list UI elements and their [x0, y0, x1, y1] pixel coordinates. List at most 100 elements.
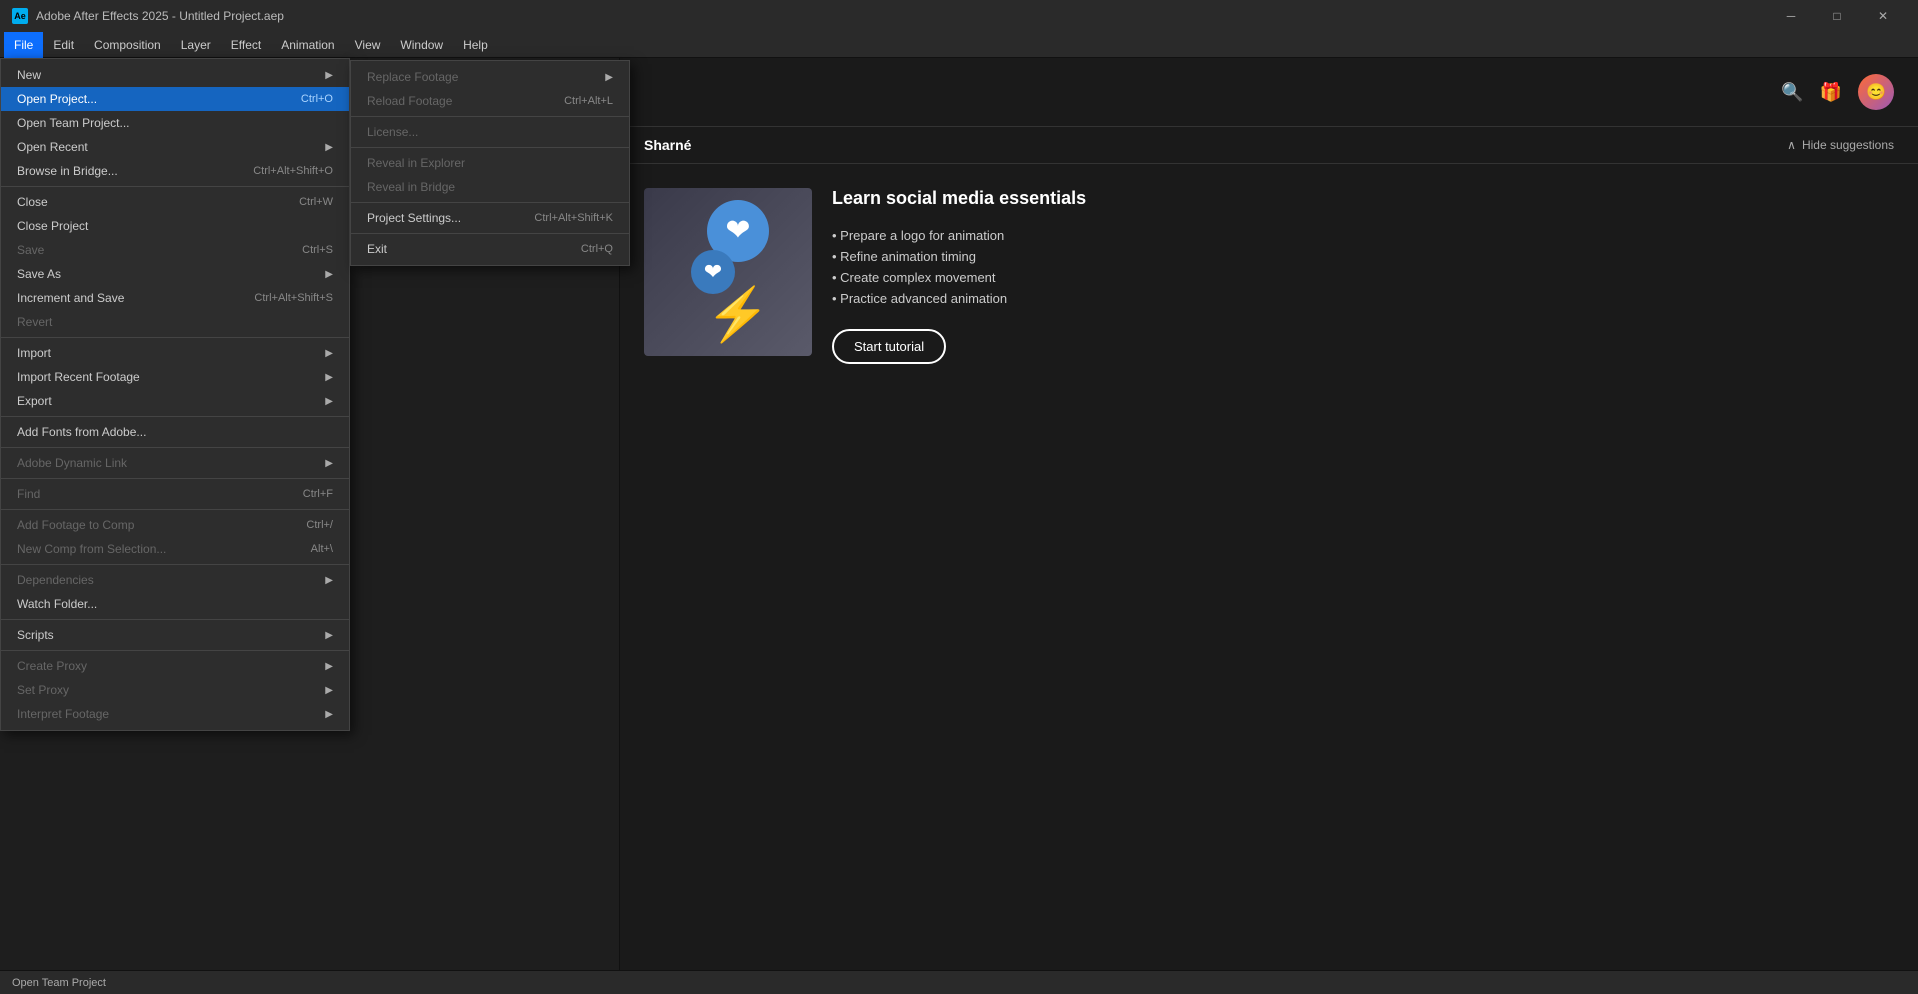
menu-close-project[interactable]: Close Project: [1, 214, 349, 238]
submenu-exit-shortcut: Ctrl+Q: [581, 243, 613, 255]
menu-create-proxy-label: Create Proxy: [17, 659, 87, 673]
submenu-exit-label: Exit: [367, 242, 387, 256]
menu-interpret-footage-label: Interpret Footage: [17, 707, 109, 721]
user-name: Sharné: [644, 137, 691, 153]
menu-import-recent-footage[interactable]: Import Recent Footage ▶: [1, 365, 349, 389]
menu-watch-folder-label: Watch Folder...: [17, 597, 97, 611]
divider-9: [1, 650, 349, 651]
menu-item-file[interactable]: File: [4, 32, 43, 58]
menu-increment-save-shortcut: Ctrl+Alt+Shift+S: [254, 292, 333, 304]
search-icon[interactable]: 🔍: [1781, 82, 1803, 103]
menu-save-shortcut: Ctrl+S: [302, 244, 333, 256]
menu-export[interactable]: Export ▶: [1, 389, 349, 413]
minimize-button[interactable]: ─: [1768, 0, 1814, 32]
menu-item-animation[interactable]: Animation: [271, 32, 344, 58]
menu-add-footage-to-comp-label: Add Footage to Comp: [17, 518, 134, 532]
menu-scripts[interactable]: Scripts ▶: [1, 623, 349, 647]
menu-find-label: Find: [17, 487, 40, 501]
menu-import[interactable]: Import ▶: [1, 341, 349, 365]
menu-new[interactable]: New ▶: [1, 63, 349, 87]
menu-watch-folder[interactable]: Watch Folder...: [1, 592, 349, 616]
menu-import-arrow: ▶: [325, 348, 333, 359]
menu-new-comp-from-selection-label: New Comp from Selection...: [17, 542, 166, 556]
menu-browse-bridge[interactable]: Browse in Bridge... Ctrl+Alt+Shift+O: [1, 159, 349, 183]
welcome-area: 🔍 🎁 😊 Sharné ∧ Hide suggestions ❤ ❤: [620, 58, 1918, 994]
menu-revert: Revert: [1, 310, 349, 334]
submenu-reload-footage: Reload Footage Ctrl+Alt+L: [351, 89, 629, 113]
divider-7: [1, 564, 349, 565]
app-title: Adobe After Effects 2025 - Untitled Proj…: [36, 9, 1760, 23]
menu-close[interactable]: Close Ctrl+W: [1, 190, 349, 214]
menu-item-layer[interactable]: Layer: [171, 32, 221, 58]
menu-add-fonts[interactable]: Add Fonts from Adobe...: [1, 420, 349, 444]
menu-item-window[interactable]: Window: [390, 32, 453, 58]
menu-save-as-arrow: ▶: [325, 269, 333, 280]
menu-increment-save[interactable]: Increment and Save Ctrl+Alt+Shift+S: [1, 286, 349, 310]
menu-set-proxy: Set Proxy ▶: [1, 678, 349, 702]
menu-create-proxy-arrow: ▶: [325, 661, 333, 672]
chevron-up-icon: ∧: [1787, 138, 1796, 152]
menu-dependencies-arrow: ▶: [325, 575, 333, 586]
menu-export-label: Export: [17, 394, 52, 408]
menu-item-help[interactable]: Help: [453, 32, 498, 58]
submenu-reveal-in-bridge: Reveal in Bridge: [351, 175, 629, 199]
menu-dependencies: Dependencies ▶: [1, 568, 349, 592]
submenu-reveal-in-explorer-label: Reveal in Explorer: [367, 156, 465, 170]
divider-5: [1, 478, 349, 479]
window-controls: ─ □ ✕: [1768, 0, 1906, 32]
menu-open-project[interactable]: Open Project... Ctrl+O: [1, 87, 349, 111]
tutorial-point-1: Prepare a logo for animation: [832, 225, 1894, 246]
menu-open-team-project[interactable]: Open Team Project...: [1, 111, 349, 135]
tutorial-card: ❤ ❤ ⚡ Learn social media essentials Prep…: [620, 164, 1918, 388]
menu-browse-bridge-label: Browse in Bridge...: [17, 164, 118, 178]
close-button[interactable]: ✕: [1860, 0, 1906, 32]
submenu-exit[interactable]: Exit Ctrl+Q: [351, 237, 629, 261]
menu-open-recent[interactable]: Open Recent ▶: [1, 135, 349, 159]
menu-new-arrow: ▶: [325, 70, 333, 81]
menu-open-team-project-label: Open Team Project...: [17, 116, 130, 130]
file-menu-dropdown: New ▶ Open Project... Ctrl+O Open Team P…: [0, 58, 350, 731]
menu-close-shortcut: Ctrl+W: [299, 196, 333, 208]
submenu-license: License...: [351, 120, 629, 144]
divider-6: [1, 509, 349, 510]
gift-icon[interactable]: 🎁: [1820, 82, 1842, 103]
start-tutorial-button[interactable]: Start tutorial: [832, 329, 946, 364]
divider-3: [1, 416, 349, 417]
submenu-reveal-in-bridge-label: Reveal in Bridge: [367, 180, 455, 194]
suggestions-bar: Sharné ∧ Hide suggestions: [620, 127, 1918, 164]
tutorial-point-2: Refine animation timing: [832, 246, 1894, 267]
menu-new-comp-from-selection-shortcut: Alt+\: [311, 543, 333, 555]
menu-save-as-label: Save As: [17, 267, 61, 281]
menu-add-footage-to-comp-shortcut: Ctrl+/: [306, 519, 333, 531]
hide-suggestions-button[interactable]: ∧ Hide suggestions: [1787, 138, 1894, 152]
menu-import-recent-footage-label: Import Recent Footage: [17, 370, 140, 384]
submenu-project-settings[interactable]: Project Settings... Ctrl+Alt+Shift+K: [351, 206, 629, 230]
menu-item-view[interactable]: View: [345, 32, 391, 58]
menu-item-composition[interactable]: Composition: [84, 32, 171, 58]
submenu-divider-1: [351, 116, 629, 117]
menu-save-as[interactable]: Save As ▶: [1, 262, 349, 286]
avatar[interactable]: 😊: [1858, 74, 1894, 110]
tutorial-content: Learn social media essentials Prepare a …: [832, 188, 1894, 364]
menu-increment-save-label: Increment and Save: [17, 291, 124, 305]
submenu-replace-footage-arrow: ▶: [605, 72, 613, 83]
menu-open-recent-label: Open Recent: [17, 140, 88, 154]
menu-set-proxy-arrow: ▶: [325, 685, 333, 696]
menu-item-edit[interactable]: Edit: [43, 32, 84, 58]
open-team-project-label: Open Team Project: [12, 977, 106, 989]
submenu-divider-3: [351, 202, 629, 203]
submenu-reveal-in-explorer: Reveal in Explorer: [351, 151, 629, 175]
divider-2: [1, 337, 349, 338]
submenu-project-settings-shortcut: Ctrl+Alt+Shift+K: [534, 212, 613, 224]
menu-new-label: New: [17, 68, 41, 82]
menu-scripts-label: Scripts: [17, 628, 54, 642]
menubar: File Edit Composition Layer Effect Anima…: [0, 32, 1918, 58]
menu-export-arrow: ▶: [325, 396, 333, 407]
submenu-divider-4: [351, 233, 629, 234]
menu-item-effect[interactable]: Effect: [221, 32, 271, 58]
menu-adobe-dynamic-link: Adobe Dynamic Link ▶: [1, 451, 349, 475]
maximize-button[interactable]: □: [1814, 0, 1860, 32]
menu-find: Find Ctrl+F: [1, 482, 349, 506]
menu-interpret-footage-arrow: ▶: [325, 709, 333, 720]
submenu-license-label: License...: [367, 125, 418, 139]
